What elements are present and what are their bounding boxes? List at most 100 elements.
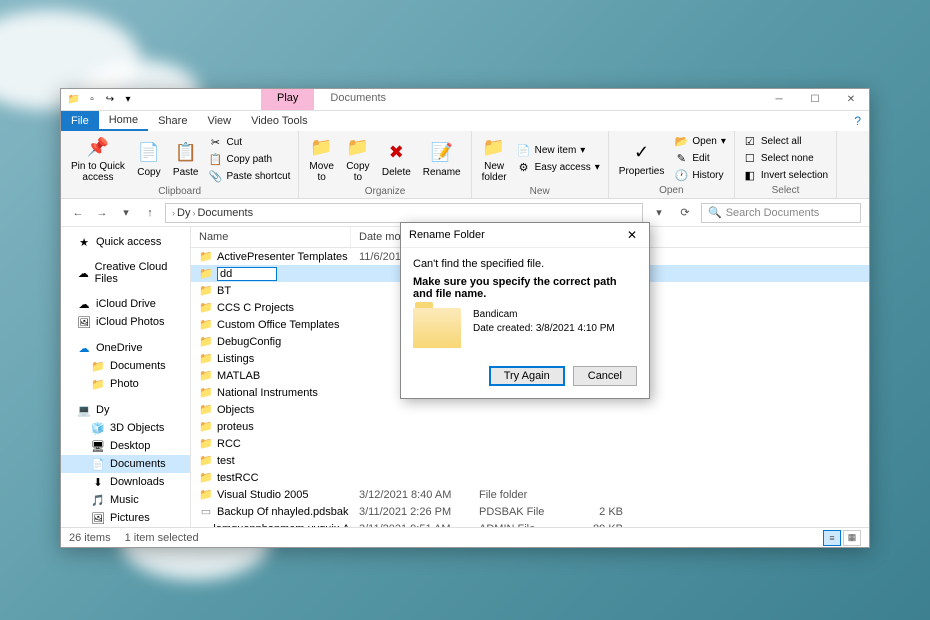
- easy-access-button[interactable]: ⚙Easy access ▾: [515, 160, 602, 176]
- search-input[interactable]: 🔍 Search Documents: [701, 203, 861, 223]
- file-row[interactable]: 📁test: [191, 452, 869, 469]
- file-tab[interactable]: File: [61, 111, 99, 131]
- nav-quick-access[interactable]: ★Quick access: [61, 233, 190, 251]
- col-name[interactable]: Name: [191, 227, 351, 247]
- nav-onedrive[interactable]: ☁OneDrive: [61, 339, 190, 357]
- try-again-button[interactable]: Try Again: [489, 366, 565, 386]
- details-view-button[interactable]: ≡: [823, 530, 841, 546]
- documents-icon: 📄: [91, 457, 105, 471]
- paste-shortcut-button[interactable]: 📎Paste shortcut: [207, 168, 293, 184]
- file-row[interactable]: 📁proteus: [191, 418, 869, 435]
- folder-icon: 📁: [199, 301, 213, 315]
- nav-this-pc[interactable]: 💻Dy: [61, 401, 190, 419]
- breadcrumb[interactable]: › Dy › Documents: [165, 203, 643, 223]
- rename-button[interactable]: 📝Rename: [419, 139, 465, 180]
- cut-button[interactable]: ✂Cut: [207, 134, 293, 150]
- breadcrumb-dropdown[interactable]: ▾: [649, 203, 669, 223]
- help-icon[interactable]: ?: [846, 111, 869, 131]
- breadcrumb-seg[interactable]: Dy: [177, 207, 190, 219]
- move-to-button[interactable]: 📁Move to: [305, 133, 337, 185]
- select-all-button[interactable]: ☑Select all: [741, 134, 830, 150]
- dropdown-icon[interactable]: ▾: [121, 93, 135, 107]
- selection-count: 1 item selected: [125, 532, 199, 544]
- nav-3d-objects[interactable]: 🧊3D Objects: [61, 419, 190, 437]
- nav-icloud-photos[interactable]: 🖼iCloud Photos: [61, 313, 190, 331]
- cancel-button[interactable]: Cancel: [573, 366, 637, 386]
- quick-access-toolbar: 📁 ▫ ↪ ▾: [61, 93, 141, 107]
- delete-button[interactable]: ✖Delete: [378, 139, 415, 180]
- contextual-tabs: Play Documents: [261, 89, 402, 110]
- history-button[interactable]: 🕐History: [672, 168, 728, 184]
- copy-path-button[interactable]: 📋Copy path: [207, 151, 293, 167]
- large-icons-view-button[interactable]: ▦: [843, 530, 861, 546]
- folder-icon: 📁: [199, 352, 213, 366]
- file-date: 3/12/2021 8:40 AM: [351, 489, 471, 501]
- dialog-file-name: Bandicam: [473, 308, 615, 322]
- recent-dropdown[interactable]: ▾: [117, 204, 135, 222]
- open-button[interactable]: 📂Open ▾: [672, 134, 728, 150]
- folder-icon: 📁: [199, 335, 213, 349]
- folder-icon: 📁: [199, 420, 213, 434]
- up-button[interactable]: ↑: [141, 204, 159, 222]
- nav-documents[interactable]: 📄Documents: [61, 455, 190, 473]
- redo-icon[interactable]: ↪: [103, 93, 117, 107]
- file-date: 3/11/2021 2:26 PM: [351, 506, 471, 518]
- copy-button[interactable]: 📄Copy: [133, 139, 165, 180]
- nav-creative-cloud[interactable]: ☁Creative Cloud Files: [61, 259, 190, 287]
- maximize-button[interactable]: ☐: [797, 89, 833, 111]
- play-tab[interactable]: Play: [261, 89, 314, 110]
- file-name: Backup Of nhayled.pdsbak: [217, 506, 348, 518]
- file-type: PDSBAK File: [471, 506, 571, 518]
- file-name: DebugConfig: [217, 336, 281, 348]
- properties-icon[interactable]: ▫: [85, 93, 99, 107]
- breadcrumb-seg[interactable]: Documents: [197, 207, 253, 219]
- close-button[interactable]: ✕: [833, 89, 869, 111]
- dialog-close-button[interactable]: ✕: [623, 228, 641, 242]
- folder-icon: 📁: [199, 318, 213, 332]
- invert-selection-button[interactable]: ◧Invert selection: [741, 168, 830, 184]
- nav-music[interactable]: 🎵Music: [61, 491, 190, 509]
- folder-icon: [413, 308, 461, 348]
- refresh-button[interactable]: ⟳: [675, 203, 695, 223]
- properties-button[interactable]: ✓Properties: [615, 138, 669, 179]
- dialog-message-2: Make sure you specify the correct path a…: [413, 276, 637, 300]
- rename-input[interactable]: [217, 267, 277, 281]
- nav-pictures[interactable]: 🖼Pictures: [61, 509, 190, 527]
- new-folder-icon: 📁: [482, 135, 506, 159]
- file-row[interactable]: 📁Objects: [191, 401, 869, 418]
- new-folder-button[interactable]: 📁New folder: [478, 133, 511, 185]
- folder-icon: 📁: [199, 437, 213, 451]
- file-row[interactable]: ▭lamquenphanmem.uvguix.Admin3/11/2021 9:…: [191, 520, 869, 527]
- nav-desktop[interactable]: 🖥Desktop: [61, 437, 190, 455]
- file-name: test: [217, 455, 235, 467]
- video-tools-tab[interactable]: Video Tools: [241, 111, 317, 131]
- file-row[interactable]: 📁Visual Studio 20053/12/2021 8:40 AMFile…: [191, 486, 869, 503]
- forward-button[interactable]: →: [93, 204, 111, 222]
- nav-onedrive-documents[interactable]: 📁Documents: [61, 357, 190, 375]
- view-tab[interactable]: View: [197, 111, 241, 131]
- file-row[interactable]: 📁testRCC: [191, 469, 869, 486]
- rename-icon: 📝: [430, 141, 454, 165]
- nav-icloud-drive[interactable]: ☁iCloud Drive: [61, 295, 190, 313]
- home-tab[interactable]: Home: [99, 111, 148, 131]
- file-row[interactable]: 📁RCC: [191, 435, 869, 452]
- select-none-button[interactable]: ☐Select none: [741, 151, 830, 167]
- easy-access-icon: ⚙: [517, 161, 531, 175]
- pin-button[interactable]: 📌Pin to Quick access: [67, 133, 129, 185]
- minimize-button[interactable]: ─: [761, 89, 797, 111]
- file-row[interactable]: ▭Backup Of nhayled.pdsbak3/11/2021 2:26 …: [191, 503, 869, 520]
- cloud-icon: ☁: [77, 266, 90, 280]
- new-item-button[interactable]: 📄New item ▾: [515, 143, 602, 159]
- folder-icon: 📁: [199, 284, 213, 298]
- open-icon: 📂: [674, 135, 688, 149]
- folder-icon: 📁: [199, 369, 213, 383]
- nav-downloads[interactable]: ⬇Downloads: [61, 473, 190, 491]
- nav-onedrive-photo[interactable]: 📁Photo: [61, 375, 190, 393]
- paste-button[interactable]: 📋Paste: [169, 139, 203, 180]
- edit-button[interactable]: ✎Edit: [672, 151, 728, 167]
- folder-icon: 📁: [199, 471, 213, 485]
- dialog-message-1: Can't find the specified file.: [413, 258, 637, 270]
- share-tab[interactable]: Share: [148, 111, 197, 131]
- copy-to-button[interactable]: 📁Copy to: [342, 133, 374, 185]
- back-button[interactable]: ←: [69, 204, 87, 222]
